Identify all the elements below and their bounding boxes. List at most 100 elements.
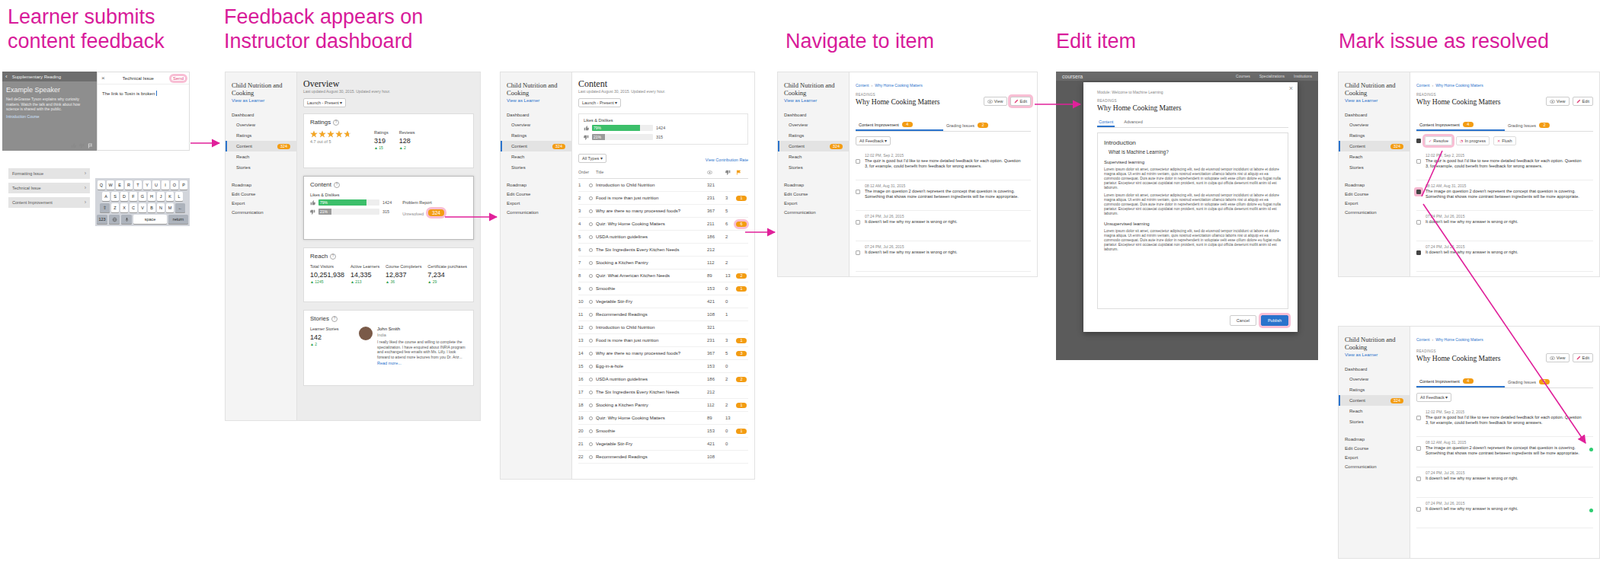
table-row[interactable]: 8 Quiz: What American Kitchen Needs 89 1… bbox=[578, 269, 749, 283]
sidebar-link[interactable]: Export bbox=[500, 198, 572, 208]
sidebar-item[interactable]: Content 324 bbox=[500, 140, 572, 152]
issue-type-option[interactable]: Content Improvement› bbox=[8, 197, 90, 208]
issue-badge[interactable]: 1 bbox=[736, 195, 747, 202]
breadcrumb-link[interactable]: Why Home Cooking Matters bbox=[1435, 337, 1484, 346]
back-button[interactable]: ‹ bbox=[5, 73, 8, 80]
feedback-checkbox[interactable] bbox=[1416, 446, 1421, 452]
edit-button[interactable]: Edit bbox=[1572, 96, 1594, 106]
publish-button[interactable]: Publish bbox=[1260, 315, 1289, 327]
sidebar-link[interactable]: Edit Course bbox=[225, 189, 297, 199]
sidebar-link[interactable]: Export bbox=[1338, 453, 1410, 463]
sidebar-item[interactable]: Ratings bbox=[225, 130, 297, 141]
key[interactable]: S bbox=[111, 192, 119, 202]
sidebar-heading[interactable]: Dashboard bbox=[225, 110, 297, 120]
table-row[interactable]: 16 USDA nutrition guidelines 186 2 2 bbox=[578, 373, 749, 387]
key[interactable]: E bbox=[115, 180, 124, 190]
tab[interactable]: Grading Issues2 bbox=[1504, 376, 1594, 388]
table-row[interactable]: 9 Smoothie 153 0 1 bbox=[578, 282, 749, 296]
sidebar-item[interactable]: Overview bbox=[1338, 119, 1410, 131]
issue-badge[interactable]: 1 bbox=[736, 403, 747, 409]
sidebar-item[interactable]: Reach bbox=[500, 151, 572, 163]
help-icon[interactable]: ? bbox=[331, 316, 338, 323]
key[interactable]: Z bbox=[111, 203, 119, 213]
view-as-learner-link[interactable]: View as Learner bbox=[1338, 96, 1410, 111]
key[interactable]: C bbox=[129, 203, 138, 213]
action-button[interactable]: ◔In progress bbox=[1456, 136, 1490, 146]
sidebar-link[interactable]: Export bbox=[1338, 198, 1410, 208]
table-row[interactable]: 20 Smoothie 153 0 1 bbox=[578, 425, 749, 439]
sidebar-item[interactable]: Overview bbox=[500, 119, 572, 131]
table-row[interactable]: 11 Recommended Readings 108 1 bbox=[578, 308, 749, 322]
sidebar-heading[interactable]: Dashboard bbox=[777, 110, 849, 120]
breadcrumb-link[interactable]: Content bbox=[1416, 83, 1431, 89]
view-button[interactable]: View bbox=[1545, 353, 1570, 363]
issue-type-option[interactable]: Formatting Issue› bbox=[8, 168, 90, 180]
action-button[interactable]: ✓Resolve bbox=[1424, 136, 1453, 146]
issue-badge[interactable]: 1 bbox=[736, 286, 747, 292]
view-as-learner-link[interactable]: View as Learner bbox=[500, 96, 572, 111]
key[interactable]: A bbox=[102, 192, 110, 202]
key[interactable]: M bbox=[166, 203, 174, 213]
feedback-checkbox[interactable] bbox=[855, 189, 861, 195]
nav-link[interactable]: Specializations bbox=[1259, 73, 1285, 79]
key[interactable]: B bbox=[147, 203, 156, 213]
sidebar-item[interactable]: Content 324 bbox=[1338, 140, 1410, 152]
contribution-rate-link[interactable]: View Contribution Rate bbox=[705, 157, 749, 163]
view-button[interactable]: View bbox=[1545, 96, 1570, 106]
feedback-checkbox[interactable] bbox=[855, 159, 861, 164]
key[interactable]: R bbox=[124, 180, 133, 190]
sidebar-item[interactable]: Reach bbox=[1338, 406, 1410, 417]
table-row[interactable]: 7 Stocking a Kitchen Pantry 112 2 bbox=[578, 256, 749, 270]
key[interactable]: F bbox=[129, 192, 138, 202]
select-all-checkbox[interactable] bbox=[1416, 138, 1421, 144]
issue-badge[interactable]: 3 bbox=[736, 351, 747, 357]
sidebar-link[interactable]: Communication bbox=[1338, 208, 1410, 218]
table-row[interactable]: 12 Introduction to Child Nutrition 321 bbox=[578, 321, 749, 335]
sidebar-heading[interactable]: Dashboard bbox=[1338, 364, 1410, 375]
table-row[interactable]: 5 USDA nutrition guidelines 186 2 bbox=[578, 230, 749, 244]
key[interactable]: L bbox=[175, 192, 183, 202]
key[interactable]: I bbox=[161, 180, 170, 190]
tab[interactable]: Content bbox=[1097, 118, 1115, 128]
sidebar-item[interactable]: Stories bbox=[1338, 416, 1410, 428]
sidebar-link[interactable]: Communication bbox=[500, 208, 572, 218]
sidebar-item[interactable]: Reach bbox=[1338, 151, 1410, 163]
key[interactable]: J bbox=[156, 192, 165, 202]
table-row[interactable]: 15 Egg-in-a-hole 153 0 bbox=[578, 360, 749, 374]
key[interactable]: Q bbox=[97, 180, 106, 190]
key[interactable]: H bbox=[147, 192, 156, 202]
sidebar-item[interactable]: Ratings bbox=[500, 130, 572, 141]
table-row[interactable]: 2 Food is more than just nutrition 231 3… bbox=[578, 192, 749, 205]
feedback-checkbox[interactable] bbox=[1416, 250, 1421, 256]
table-row[interactable]: 13 Food is more than just nutrition 231 … bbox=[578, 334, 749, 348]
sidebar-item[interactable]: Content 324 bbox=[1338, 395, 1410, 407]
sidebar-heading[interactable]: Dashboard bbox=[500, 110, 572, 120]
table-row[interactable]: 21 Vegetable Stir-Fry 421 0 bbox=[578, 438, 749, 452]
sidebar-link[interactable]: Edit Course bbox=[1338, 444, 1410, 454]
issue-badge[interactable]: 1 bbox=[736, 338, 747, 344]
key[interactable]: O bbox=[170, 180, 179, 190]
sidebar-item[interactable]: Stories bbox=[500, 162, 572, 173]
tab[interactable]: Grading Issues2 bbox=[943, 119, 1031, 132]
breadcrumb-link[interactable]: Why Home Cooking Matters bbox=[874, 83, 923, 89]
table-row[interactable]: 6 The Six Ingredients Every Kitchen Need… bbox=[578, 243, 749, 257]
close-button[interactable]: × bbox=[101, 75, 106, 81]
nav-link[interactable]: Institutions bbox=[1293, 73, 1312, 79]
sidebar-link[interactable]: Export bbox=[225, 198, 297, 208]
breadcrumb-link[interactable]: Content bbox=[1416, 337, 1431, 346]
reading-link[interactable]: Introduction Course bbox=[6, 114, 93, 119]
key[interactable]: D bbox=[120, 192, 128, 202]
feedback-checkbox[interactable] bbox=[1416, 159, 1421, 164]
sidebar-link[interactable]: Communication bbox=[1338, 462, 1410, 472]
feedback-checkbox[interactable] bbox=[1416, 220, 1421, 225]
key[interactable]: K bbox=[166, 192, 174, 202]
sidebar-item[interactable]: Overview bbox=[1338, 374, 1410, 385]
sidebar-item[interactable]: Content 324 bbox=[225, 140, 297, 152]
action-button[interactable]: ✕Flush bbox=[1493, 136, 1517, 146]
key[interactable]: ← bbox=[175, 203, 186, 213]
sidebar-link[interactable]: Edit Course bbox=[1338, 189, 1410, 199]
date-range-dropdown[interactable]: Launch - Present ▾ bbox=[303, 98, 346, 108]
table-row[interactable]: 17 The Six Ingredients Every Kitchen Nee… bbox=[578, 386, 749, 400]
key[interactable]: ⇧ bbox=[99, 203, 110, 213]
sidebar-link[interactable]: Roadmap bbox=[500, 180, 572, 190]
